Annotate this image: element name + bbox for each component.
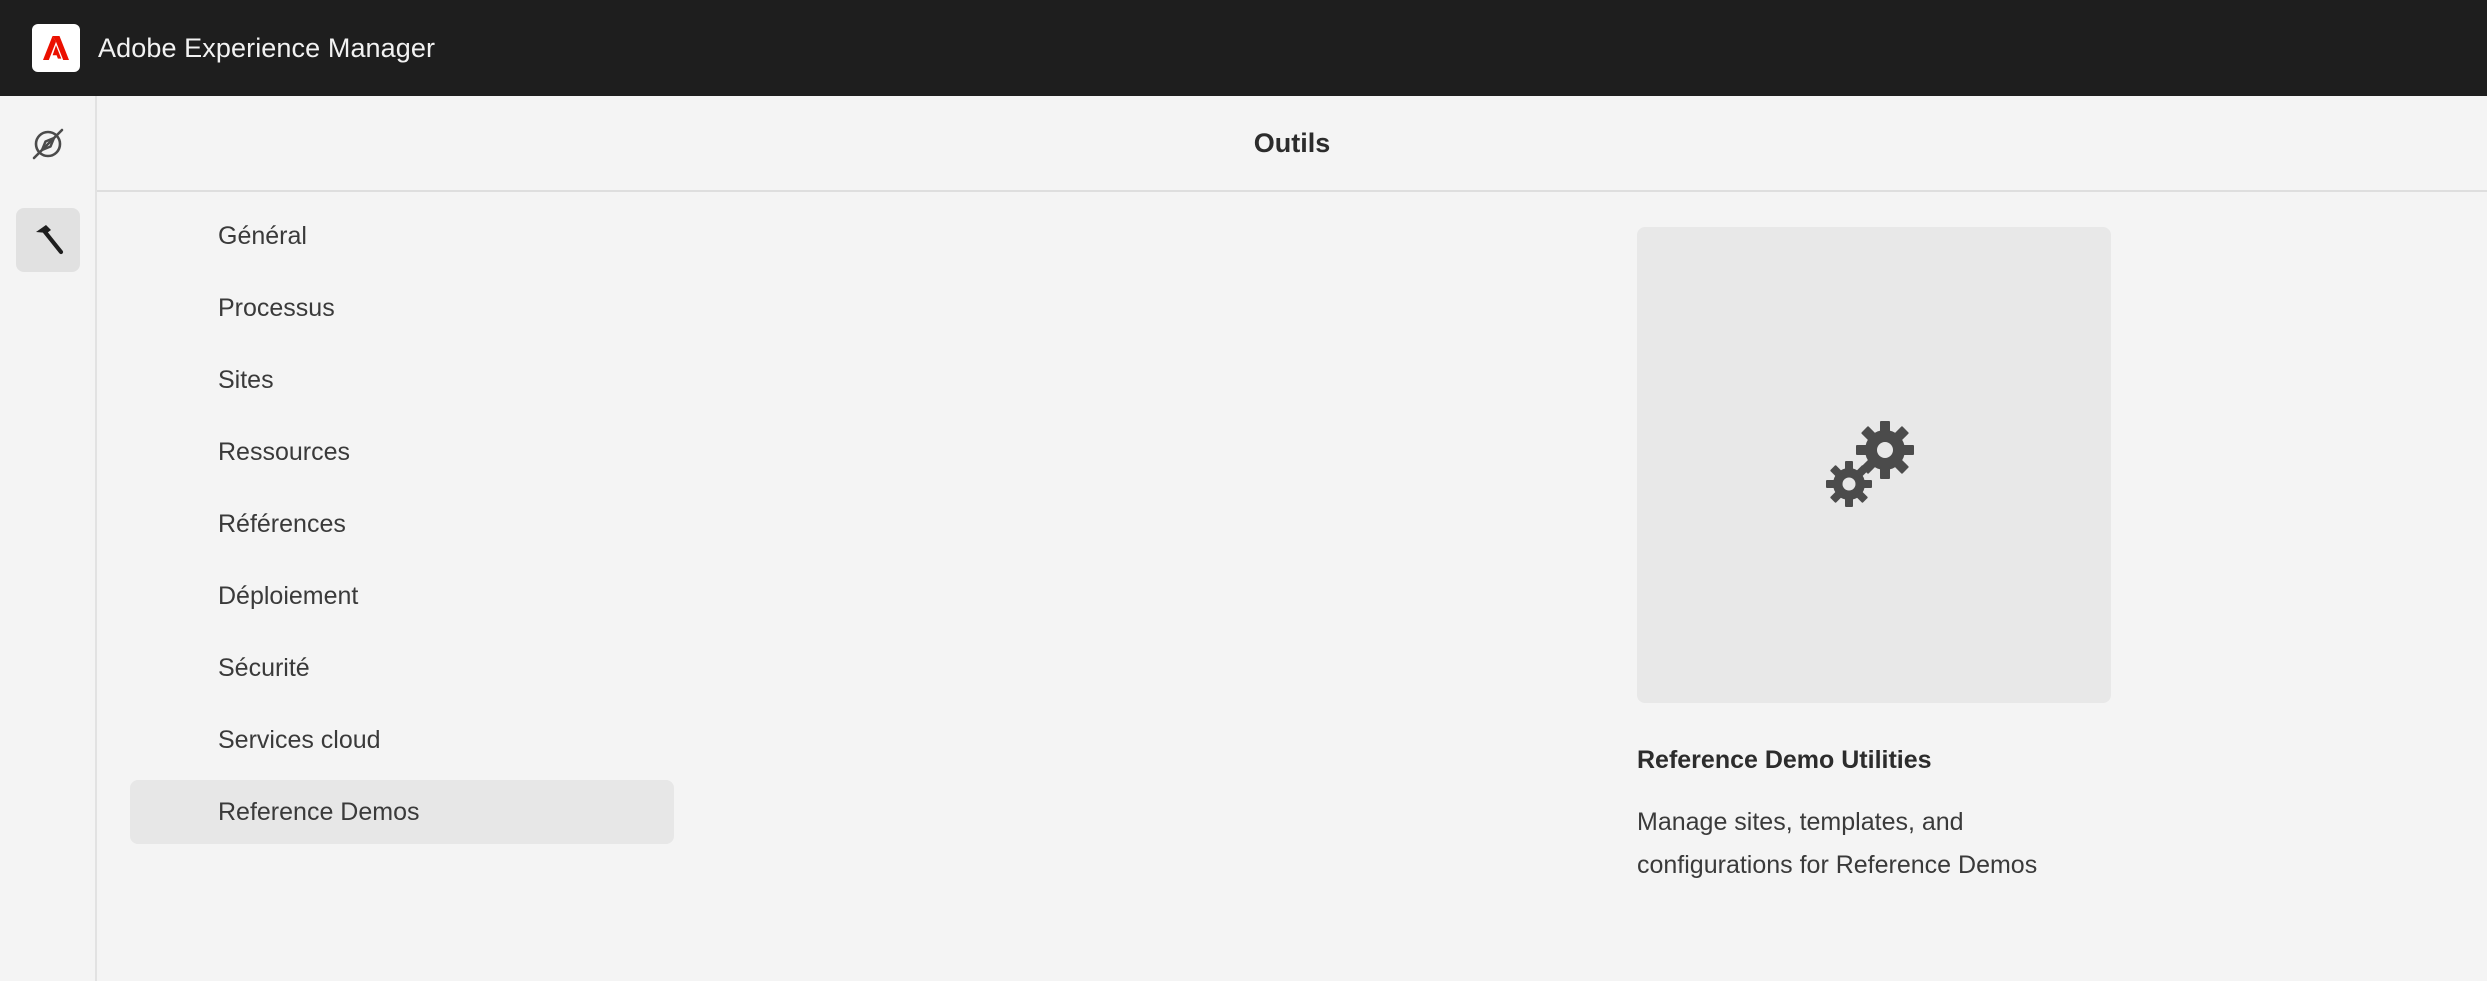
tools-button[interactable] — [16, 208, 80, 272]
card-description: Manage sites, templates, and configurati… — [1637, 801, 2097, 887]
tools-category-list: Général Processus Sites Ressources Référ… — [130, 204, 674, 852]
nav-item-reference-demos[interactable]: Reference Demos — [130, 780, 674, 844]
nav-item-processus[interactable]: Processus — [130, 276, 674, 340]
side-rail — [0, 96, 97, 981]
nav-item-references[interactable]: Références — [130, 492, 674, 556]
card-thumbnail[interactable] — [1637, 227, 2111, 703]
nav-item-sites[interactable]: Sites — [130, 348, 674, 412]
adobe-logo-icon[interactable] — [32, 24, 80, 72]
card-description-line: Manage sites, templates, and — [1637, 808, 1964, 836]
navigation-compass-icon — [32, 128, 64, 160]
top-bar: Adobe Experience Manager — [0, 0, 2487, 96]
nav-item-ressources[interactable]: Ressources — [130, 420, 674, 484]
page-title: Outils — [1253, 127, 1331, 158]
gears-icon — [1826, 421, 1914, 507]
nav-item-general[interactable]: Général — [130, 204, 674, 268]
navigation-button[interactable] — [16, 112, 80, 176]
app-title[interactable]: Adobe Experience Manager — [98, 0, 435, 96]
nav-item-deploiement[interactable]: Déploiement — [130, 564, 674, 628]
card-title[interactable]: Reference Demo Utilities — [1637, 743, 2111, 777]
nav-item-services-cloud[interactable]: Services cloud — [130, 708, 674, 772]
hammer-tools-icon — [36, 225, 64, 255]
page-header: Outils — [97, 96, 2487, 192]
nav-item-securite[interactable]: Sécurité — [130, 636, 674, 700]
tool-card[interactable]: Reference Demo Utilities Manage sites, t… — [1637, 227, 2111, 887]
card-description-line: configurations for Reference Demos — [1637, 851, 2038, 879]
